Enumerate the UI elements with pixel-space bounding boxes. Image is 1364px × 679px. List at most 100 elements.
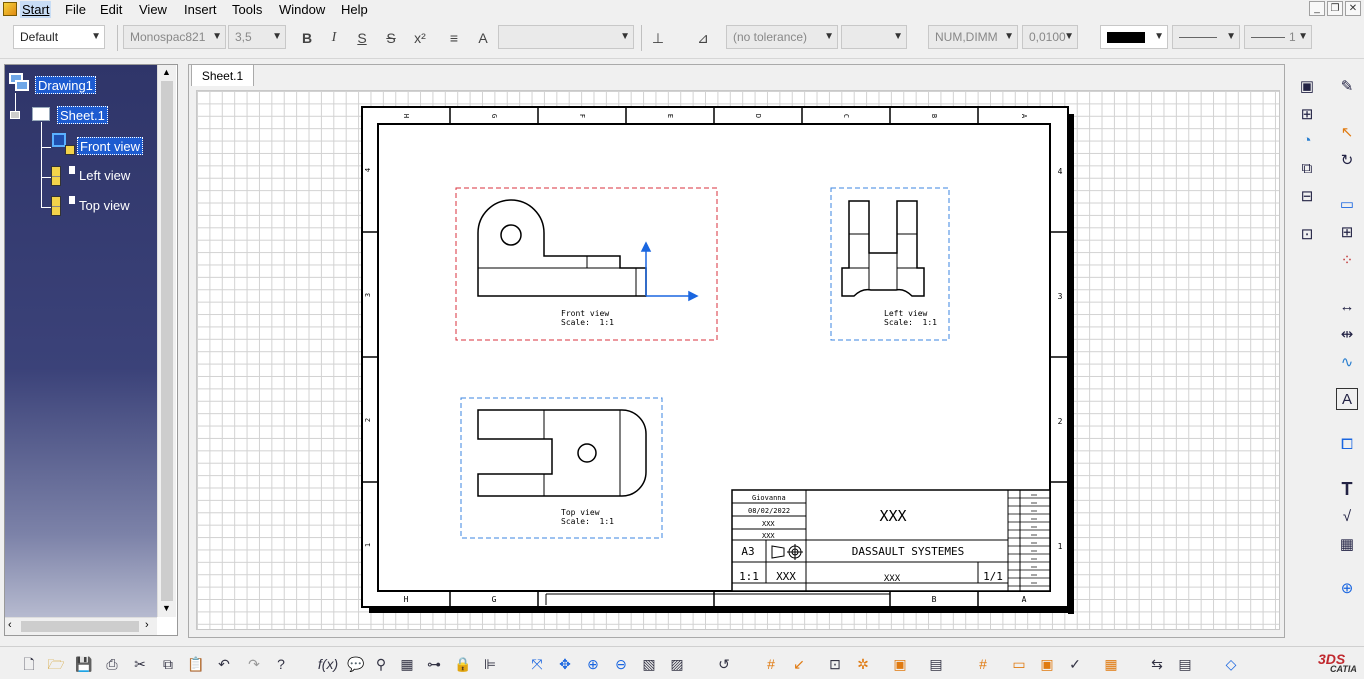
layout-icon[interactable]: ▤ [925, 653, 947, 675]
title-block-title: XXX [879, 507, 906, 525]
frame-icon[interactable]: ▭ [1008, 653, 1030, 675]
new-icon[interactable]: 🗋 [18, 653, 40, 675]
unfold-icon[interactable]: ⊟ [1296, 186, 1318, 208]
text-frame-icon[interactable]: A [1336, 388, 1358, 410]
zone-letter-top: C [842, 114, 850, 118]
zone-number-left: 2 [364, 418, 372, 422]
tree-icon[interactable]: ⊶ [423, 653, 445, 675]
cut-icon[interactable]: ✂ [129, 653, 151, 675]
title-block-weight: XXX [776, 570, 796, 583]
zone-number-right: 3 [1058, 292, 1063, 301]
print-icon[interactable]: ⎙ [101, 653, 123, 675]
zone-number-left: 3 [364, 293, 372, 297]
dimension-system-icon[interactable]: ▣ [889, 653, 911, 675]
properties-icon[interactable]: ▤ [1174, 653, 1196, 675]
title-block-approved: XXX [762, 532, 775, 540]
title-block: Giovanna 08/02/2022 XXX XXX XXX DASSAULT… [731, 489, 1051, 592]
text-icon[interactable]: T [1336, 478, 1358, 500]
title-block-scale: 1:1 [739, 570, 759, 583]
zone-number-right: 1 [1058, 542, 1063, 551]
zone-letter-bottom: B [932, 595, 937, 604]
dress-up-icon[interactable]: ∿ [1336, 352, 1358, 374]
knowledge-icon[interactable]: 💬 [345, 653, 367, 675]
grid-view-icon[interactable]: ⊞ [1336, 222, 1358, 244]
top-view-scale: Scale: 1:1 [561, 517, 614, 526]
zone-letter-bottom: A [1022, 595, 1027, 604]
render-icon[interactable]: ◇ [1220, 653, 1242, 675]
zone-letter-top: B [930, 114, 938, 118]
swap-icon[interactable]: ⇆ [1146, 653, 1168, 675]
title-block-checked: XXX [762, 520, 775, 528]
normal-view-icon[interactable]: ▨ [666, 653, 688, 675]
zone-letter-top: H [402, 114, 410, 118]
title-block-designer: Giovanna [752, 494, 786, 502]
chained-dimension-icon[interactable]: ⇹ [1336, 324, 1358, 346]
annotation-icon[interactable]: ⧠ [1336, 434, 1358, 456]
select-icon[interactable]: ↖ [1336, 122, 1358, 144]
fit-all-icon[interactable]: ⤧ [526, 653, 548, 675]
drawing-tools-toolbar: ▣ ⊞ ◔ ⧉ ⊟ ⊡ ✎ ↖ ↻ ▭ ⊞ ⁘ ↔ ⇹ ∿ A ⧠ T √ ▦ … [1290, 64, 1364, 644]
front-view-scale: Scale: 1:1 [561, 318, 614, 327]
whatsnew-icon[interactable]: ? [270, 653, 292, 675]
catia-logo-text: CATIA [1330, 664, 1357, 674]
pan-icon[interactable]: ✥ [554, 653, 576, 675]
table-icon[interactable]: ▦ [396, 653, 418, 675]
title-block-format: A3 [741, 545, 754, 558]
drawing-sheet: H G F E D C B A H G B A 4 3 2 1 4 3 2 1 [361, 106, 1074, 614]
colors-icon[interactable]: ▦ [1100, 653, 1122, 675]
axis-icon[interactable]: ⊕ [1336, 578, 1358, 600]
zoom-out-icon[interactable]: ⊖ [610, 653, 632, 675]
zone-number-right: 2 [1058, 417, 1063, 426]
paste-icon[interactable]: 📋 [185, 653, 207, 675]
zone-letter-top: G [490, 114, 498, 118]
sheet-grid-icon[interactable]: # [972, 653, 994, 675]
rectangle-icon[interactable]: ▭ [1336, 194, 1358, 216]
zone-letter-top: F [578, 114, 586, 118]
check-icon[interactable]: ✓ [1064, 653, 1086, 675]
dimension-icon[interactable]: ↔ [1336, 296, 1358, 318]
zone-letter-top: E [666, 114, 674, 118]
section-icon[interactable]: ⊞ [1296, 104, 1318, 126]
view-icon[interactable]: ▣ [1296, 76, 1318, 98]
grid-icon[interactable]: # [760, 653, 782, 675]
undo-icon[interactable]: ↶ [213, 653, 235, 675]
zone-letter-bottom: G [492, 595, 497, 604]
sketcher-icon[interactable]: ✎ [1336, 76, 1358, 98]
analysis-icon[interactable]: ⊡ [824, 653, 846, 675]
formula-icon[interactable]: f(x) [317, 653, 339, 675]
snap-icon[interactable]: ↙ [788, 653, 810, 675]
zone-letter-bottom: H [404, 595, 409, 604]
parameters-icon[interactable]: ⚲ [370, 653, 392, 675]
roughness-icon[interactable]: √ [1336, 506, 1358, 528]
title-block-company: DASSAULT SYSTEMES [852, 545, 965, 558]
points-icon[interactable]: ⁘ [1336, 250, 1358, 272]
lock-icon[interactable]: 🔒 [452, 653, 474, 675]
open-icon[interactable]: 🗁 [45, 653, 67, 675]
detail-icon[interactable]: ◔ [1296, 130, 1318, 152]
front-view-name: Front view [561, 309, 609, 318]
geometry-icon[interactable]: ⊡ [1296, 224, 1318, 246]
zone-letter-top: D [754, 114, 762, 118]
top-view-name: Top view [561, 508, 600, 517]
clip-icon[interactable]: ⧉ [1296, 158, 1318, 180]
standard-toolbar: 🗋 🗁 💾 ⎙ ✂ ⧉ 📋 ↶ ↷ ? f(x) 💬 ⚲ ▦ ⊶ 🔒 ⊫ ⤧ ✥… [0, 646, 1364, 679]
filter-icon[interactable]: ✲ [852, 653, 874, 675]
refresh-icon[interactable]: ↺ [713, 653, 735, 675]
zone-number-left: 4 [364, 168, 372, 172]
save-icon[interactable]: 💾 [73, 653, 95, 675]
table-icon[interactable]: ▦ [1336, 534, 1358, 556]
measure-icon[interactable]: ⊫ [479, 653, 501, 675]
catia-logo: 3DS CATIA [1318, 651, 1362, 677]
copy-icon[interactable]: ⧉ [157, 653, 179, 675]
title-block-sheet: 1/1 [983, 570, 1003, 583]
zone-number-right: 4 [1058, 167, 1063, 176]
zoom-in-icon[interactable]: ⊕ [582, 653, 604, 675]
zoom-area-icon[interactable]: ▧ [638, 653, 660, 675]
redo-icon[interactable]: ↷ [243, 653, 265, 675]
rotate-icon[interactable]: ↻ [1336, 150, 1358, 172]
update-icon[interactable]: ▣ [1036, 653, 1058, 675]
title-block-drawing-number: XXX [884, 574, 901, 584]
left-view-scale: Scale: 1:1 [884, 318, 937, 327]
left-view-name: Left view [884, 309, 928, 318]
zone-number-left: 1 [364, 543, 372, 547]
